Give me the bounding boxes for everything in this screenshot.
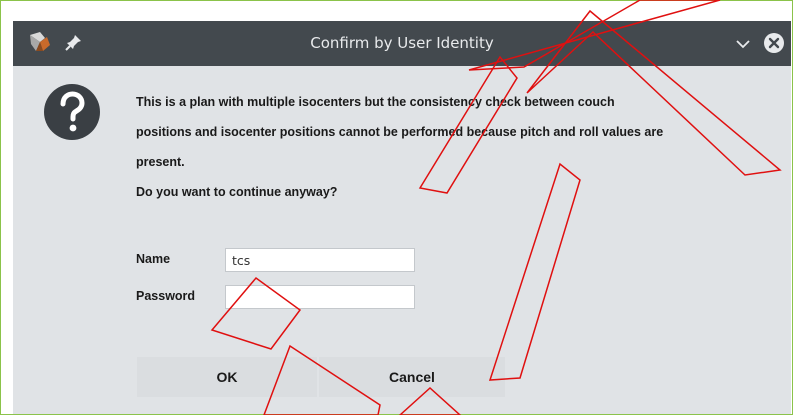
close-icon[interactable] xyxy=(763,32,785,54)
question-icon xyxy=(44,84,100,140)
confirm-dialog: Confirm by User Identity This is a plan … xyxy=(13,21,791,414)
name-field[interactable] xyxy=(225,248,415,272)
message-line: present. xyxy=(136,155,185,169)
chevron-down-icon[interactable] xyxy=(733,34,753,54)
message-line: Do you want to continue anyway? xyxy=(136,185,338,199)
message-line: This is a plan with multiple isocenters … xyxy=(136,95,615,109)
ok-button[interactable]: OK xyxy=(137,357,317,397)
cancel-button[interactable]: Cancel xyxy=(319,357,505,397)
message-line: positions and isocenter positions cannot… xyxy=(136,125,664,139)
screenshot-frame: Confirm by User Identity This is a plan … xyxy=(0,0,793,415)
password-label: Password xyxy=(136,289,196,303)
message-text: This is a plan with multiple isocenters … xyxy=(136,87,786,207)
password-field[interactable] xyxy=(225,285,415,309)
name-label: Name xyxy=(136,252,171,266)
window-title: Confirm by User Identity xyxy=(310,34,494,52)
title-bar[interactable]: Confirm by User Identity xyxy=(13,21,791,66)
